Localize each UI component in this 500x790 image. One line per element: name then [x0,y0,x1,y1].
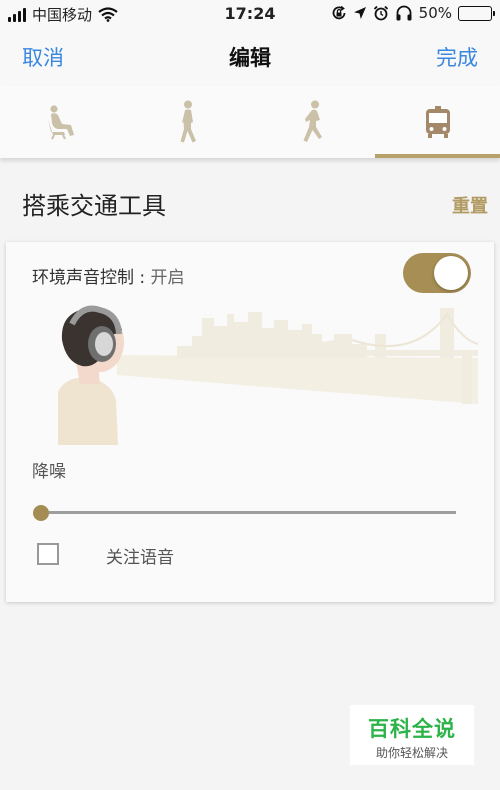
voice-focus-label: 关注语音 [106,548,174,568]
noise-cancelling-label: 降噪 [32,462,66,482]
tab-walking[interactable] [125,86,250,158]
status-bar: 中国移动 17:24 50% [0,0,500,28]
noise-level-slider-thumb[interactable] [33,505,49,521]
running-person-icon [303,100,322,142]
voice-focus-checkbox[interactable] [37,543,59,565]
ambient-sound-state: 开启 [150,268,185,288]
activity-tabs [0,86,500,158]
reset-button[interactable]: 重置 [452,192,488,218]
watermark-subtitle: 助你轻松解决 [375,746,448,760]
sitting-person-icon [47,105,74,140]
ambient-sound-separator: : [139,268,146,288]
headphones-icon [396,5,412,21]
walking-person-icon [180,100,196,143]
section-title: 搭乘交通工具 [22,192,166,220]
bus-icon [425,106,450,138]
watermark-title: 百科全说 [368,717,456,741]
navigation-bar: 取消 编辑 完成 [0,28,500,86]
battery-icon [458,5,495,21]
ambient-sound-label: 环境声音控制 [32,268,134,288]
watermark-logo: 百科全说 助你轻松解决 [350,705,474,765]
page-title: 编辑 [229,46,271,70]
done-button[interactable]: 完成 [436,42,478,72]
ambient-sound-label-row: 环境声音控制 : 开启 [32,263,185,288]
tab-transport[interactable] [375,86,500,158]
alarm-icon [373,5,388,21]
status-right: 50% [331,4,495,22]
noise-level-slider[interactable] [40,511,456,514]
toggle-knob [434,256,468,290]
tab-staying[interactable] [0,86,125,158]
battery-percent: 50% [418,4,452,22]
orientation-lock-icon [332,5,346,20]
tab-running[interactable] [250,86,375,158]
ambient-settings-card: 环境声音控制 : 开启 降噪 关注语音 [6,242,494,602]
ambient-sound-toggle[interactable] [403,253,471,293]
listener-city-illustration [58,305,478,445]
location-arrow-icon [353,7,366,19]
